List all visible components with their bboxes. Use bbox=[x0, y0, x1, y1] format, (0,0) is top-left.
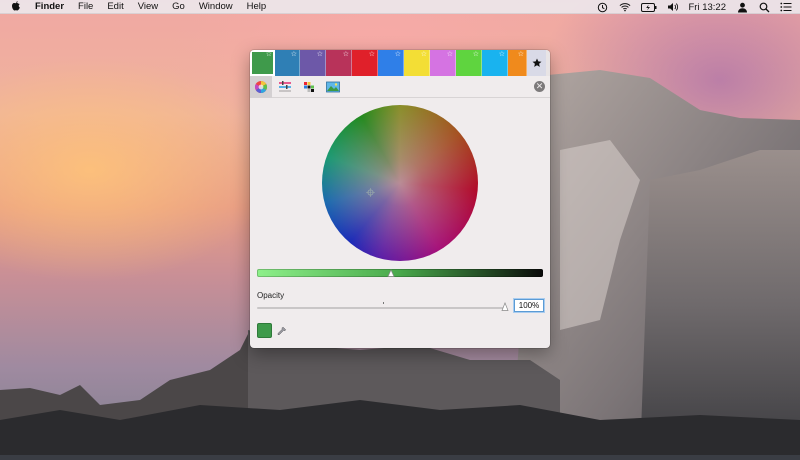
swatch-star-icon: ☆ bbox=[342, 51, 349, 58]
close-icon[interactable]: ✕ bbox=[534, 81, 545, 92]
swatch-star-icon: ☆ bbox=[394, 51, 401, 58]
swatch-star-icon: ☆ bbox=[498, 51, 505, 58]
color-wheel-icon bbox=[254, 80, 268, 93]
color-swatch[interactable]: ☆ bbox=[430, 50, 456, 76]
swatch-star-icon: ☆ bbox=[420, 51, 427, 58]
menu-window[interactable]: Window bbox=[199, 1, 233, 12]
color-swatch[interactable]: ☆ bbox=[508, 50, 527, 76]
image-palettes-icon bbox=[326, 81, 340, 92]
color-swatch[interactable]: ☆ bbox=[352, 50, 378, 76]
volume-icon[interactable] bbox=[667, 1, 679, 13]
color-swatch[interactable]: ☆ bbox=[482, 50, 508, 76]
spotlight-icon[interactable] bbox=[758, 1, 770, 13]
menubar-clock[interactable]: Fri 13:22 bbox=[689, 2, 727, 13]
opacity-slider-tick bbox=[383, 302, 384, 304]
color-palettes-mode-button[interactable] bbox=[298, 76, 320, 98]
palettes-icon bbox=[304, 81, 314, 92]
swatch-star-icon: ☆ bbox=[290, 51, 297, 58]
color-swatch[interactable]: ☆ bbox=[300, 50, 326, 76]
color-swatch[interactable]: ☆ bbox=[326, 50, 352, 76]
wheel-crosshair-icon[interactable] bbox=[366, 188, 375, 197]
battery-icon[interactable] bbox=[640, 1, 657, 13]
wifi-icon[interactable] bbox=[619, 1, 631, 13]
color-wheel[interactable] bbox=[322, 105, 478, 261]
swatch-star-icon: ☆ bbox=[446, 51, 453, 58]
sliders-icon bbox=[279, 80, 291, 92]
color-wheel-area bbox=[250, 98, 550, 268]
user-icon[interactable] bbox=[736, 1, 748, 13]
menu-help[interactable]: Help bbox=[247, 1, 267, 12]
swatch-star-icon: ☆ bbox=[316, 51, 323, 58]
opacity-slider-knob[interactable] bbox=[501, 302, 509, 311]
color-swatch[interactable]: ☆ bbox=[378, 50, 404, 76]
swatch-star-icon: ☆ bbox=[265, 51, 272, 58]
brightness-slider-knob[interactable] bbox=[387, 269, 395, 277]
colors-panel: ☆ ☆ ☆ ☆ ☆ ☆ ☆ ☆ ☆ ☆ ☆ ✕ Opacity 100% bbox=[250, 50, 550, 348]
menu-go[interactable]: Go bbox=[172, 1, 185, 12]
current-color-swatch[interactable] bbox=[257, 323, 272, 338]
menu-bar: Finder File Edit View Go Window Help Fri… bbox=[0, 0, 800, 14]
color-swatch[interactable]: ☆ bbox=[456, 50, 482, 76]
opacity-value-field[interactable]: 100% bbox=[514, 299, 544, 312]
star-icon bbox=[532, 58, 541, 67]
opacity-slider[interactable] bbox=[257, 307, 504, 309]
menu-file[interactable]: File bbox=[78, 1, 93, 12]
color-swatch[interactable]: ☆ bbox=[275, 50, 300, 76]
favorites-button[interactable] bbox=[527, 50, 546, 76]
swatch-star-icon: ☆ bbox=[517, 51, 524, 58]
menu-view[interactable]: View bbox=[138, 1, 158, 12]
color-swatches-bar: ☆ ☆ ☆ ☆ ☆ ☆ ☆ ☆ ☆ ☆ ☆ bbox=[250, 50, 550, 76]
menu-app-finder[interactable]: Finder bbox=[35, 1, 64, 12]
menu-edit[interactable]: Edit bbox=[107, 1, 123, 12]
apple-icon[interactable] bbox=[11, 1, 23, 12]
time-machine-icon[interactable] bbox=[597, 1, 609, 13]
opacity-label: Opacity bbox=[257, 291, 285, 300]
color-swatch[interactable]: ☆ bbox=[404, 50, 430, 76]
swatch-star-icon: ☆ bbox=[472, 51, 479, 58]
color-wheel-mode-button[interactable] bbox=[250, 75, 272, 98]
swatch-star-icon: ☆ bbox=[368, 51, 375, 58]
color-sliders-mode-button[interactable] bbox=[274, 76, 296, 98]
notification-center-icon[interactable] bbox=[780, 1, 792, 13]
brightness-slider[interactable] bbox=[257, 269, 543, 277]
eyedropper-icon[interactable] bbox=[276, 326, 287, 337]
color-mode-toolbar: ✕ bbox=[250, 75, 550, 98]
color-swatch[interactable]: ☆ bbox=[250, 50, 275, 76]
image-palettes-mode-button[interactable] bbox=[322, 76, 344, 98]
